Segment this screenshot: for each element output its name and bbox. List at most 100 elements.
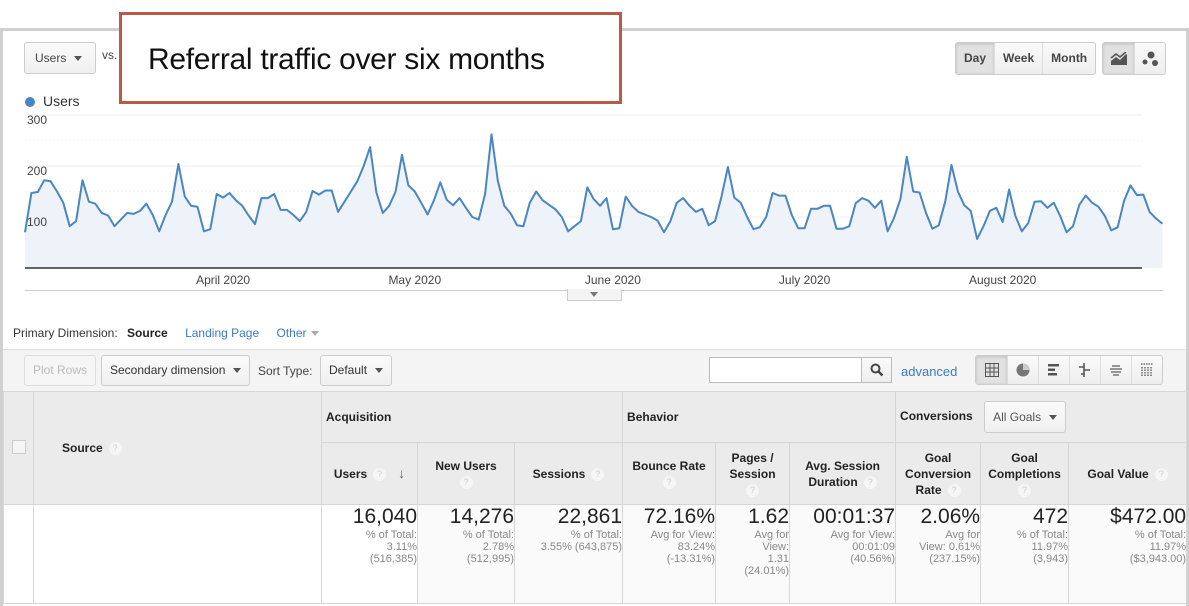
help-icon[interactable]: ? [662,475,676,489]
total-cell: 1.62 Avg for View: 1.31 (24.01%) [715,504,791,604]
column-header-new-users[interactable]: New Users? [417,442,515,505]
total-value: $472.00 [1110,505,1187,528]
total-sub: % of Total: [462,529,514,541]
plot-rows-button[interactable]: Plot Rows [24,355,97,386]
secondary-dimension-label: Secondary dimension [110,363,226,377]
column-header-goal-conversion-rate[interactable]: Goal Conversion Rate? [895,442,982,505]
total-sub: % of Total: [1016,529,1069,541]
help-icon[interactable]: ? [947,483,961,497]
performance-view-button[interactable] [1038,356,1069,384]
column-header-goal-completions[interactable]: Goal Completions? [980,442,1070,505]
acquisition-group-header: Acquisition [320,391,624,443]
total-cell: 16,040% of Total: 3.11% (516,385) [321,504,418,604]
x-tick-label: April 2020 [196,273,250,287]
goals-select[interactable]: All Goals [984,401,1067,433]
goals-select-value: All Goals [993,410,1042,424]
column-header-sessions[interactable]: Sessions? [513,442,624,505]
total-cell: 472% of Total: 11.97% (3,943) [980,504,1070,604]
total-sub: (516,385) [369,553,417,565]
pie-icon [1016,363,1030,377]
help-icon[interactable]: ? [1154,467,1168,481]
pie-view-button[interactable] [1007,356,1038,384]
motion-chart-icon [1142,51,1158,66]
column-label: Goal Conversion Rate [905,450,972,497]
total-value: 16,040 [352,505,417,528]
help-icon[interactable]: ? [591,467,605,481]
column-header-pages-per-session[interactable]: Pages / Session? [715,442,791,505]
pivot-view-button[interactable] [1131,356,1162,384]
total-value: 472 [1033,505,1069,528]
select-all-cell [3,391,34,505]
line-chart-icon [1110,51,1127,65]
dimension-landing-page[interactable]: Landing Page [185,326,259,340]
advanced-filter-link[interactable]: advanced [901,364,957,379]
dimension-other[interactable]: Other [277,326,319,340]
day-button[interactable]: Day [956,43,995,74]
totals-row: 16,040% of Total: 3.11% (516,385) 14,276% … [3,504,1188,604]
column-header-goal-value[interactable]: Goal Value? [1068,442,1188,505]
total-value: 22,861 [557,505,623,528]
secondary-dimension-select[interactable]: Secondary dimension [101,355,251,386]
sort-type-select[interactable]: Default [320,355,393,386]
help-icon[interactable]: ? [373,468,387,482]
column-header-bounce-rate[interactable]: Bounce Rate? [622,442,717,505]
totals-label-cell [33,504,322,604]
month-button[interactable]: Month [1042,43,1095,74]
total-cell: 2.06% Avg for View: 0.61% (237.15%) [895,504,982,604]
period-toggle: Day Week Month [955,42,1097,75]
term-cloud-view-button[interactable] [1100,356,1131,384]
total-value: 1.62 [748,505,790,528]
metric-selector[interactable]: Users [24,42,96,74]
week-button[interactable]: Week [994,43,1042,74]
total-value: 2.06% [920,505,981,528]
total-sub: (40.56%) [850,553,896,565]
total-cell: 22,861% of Total: 3.55% (643,875) [513,504,624,604]
chevron-down-icon [375,368,384,374]
collapse-chart-toggle[interactable] [567,289,622,301]
column-header-users[interactable]: Users? ↓ [321,442,418,505]
report-table: Source? Acquisition Behavior Conversions… [3,391,1188,604]
chevron-down-icon [590,292,598,297]
select-all-checkbox[interactable] [12,439,26,454]
legend-swatch [25,97,35,107]
comparison-icon [1079,363,1090,377]
users-line-chart: 100 200 300 April 2020 May 2020 June 2020 July… [24,113,1164,287]
conversions-group-header: Conversions All Goals [895,391,1188,443]
help-icon[interactable]: ? [863,475,877,489]
motion-chart-button[interactable] [1134,43,1165,74]
chevron-down-icon [74,56,83,62]
total-sub: (237.15%) [929,553,981,565]
total-sub: Avg for [754,529,790,541]
total-value: 14,276 [449,505,514,528]
comparison-view-button[interactable] [1069,356,1100,384]
column-label: Bounce Rate [632,458,706,473]
total-sub: (24.01%) [744,565,790,577]
column-header-avg-session-duration[interactable]: Avg. Session Duration? [789,442,897,505]
table-view-toggle [975,355,1163,385]
search-button[interactable] [861,357,892,383]
legend-label: Users [43,93,80,109]
help-icon[interactable]: ? [459,475,473,489]
total-sub: Avg for View: [830,529,896,541]
table-view-button[interactable] [976,356,1007,384]
help-icon[interactable]: ? [746,483,760,497]
line-chart-button[interactable] [1103,43,1134,74]
source-column-header[interactable]: Source? [33,391,322,505]
primary-dimension-bar: Primary Dimension: Source Landing Page O… [13,326,319,340]
column-label: Pages / Session [729,450,776,481]
table-search-input[interactable] [709,357,862,383]
total-sub: 00:01:09 [852,541,896,553]
chart-type-toggle [1102,42,1166,75]
totals-checkbox-cell [3,504,34,604]
total-value: 00:01:37 [813,505,896,528]
metric-selector-value: Users [35,51,67,65]
help-icon[interactable]: ? [108,442,122,456]
total-sub: View: [762,541,790,553]
x-tick-label: May 2020 [388,273,441,287]
x-tick-label: August 2020 [969,273,1037,287]
total-sub: % of Total: [570,529,623,541]
total-sub: 3.55% (643,875) [540,541,623,553]
primary-dimension-label: Primary Dimension: [13,326,118,340]
help-icon[interactable]: ? [1018,483,1032,497]
dimension-source[interactable]: Source [127,326,168,340]
